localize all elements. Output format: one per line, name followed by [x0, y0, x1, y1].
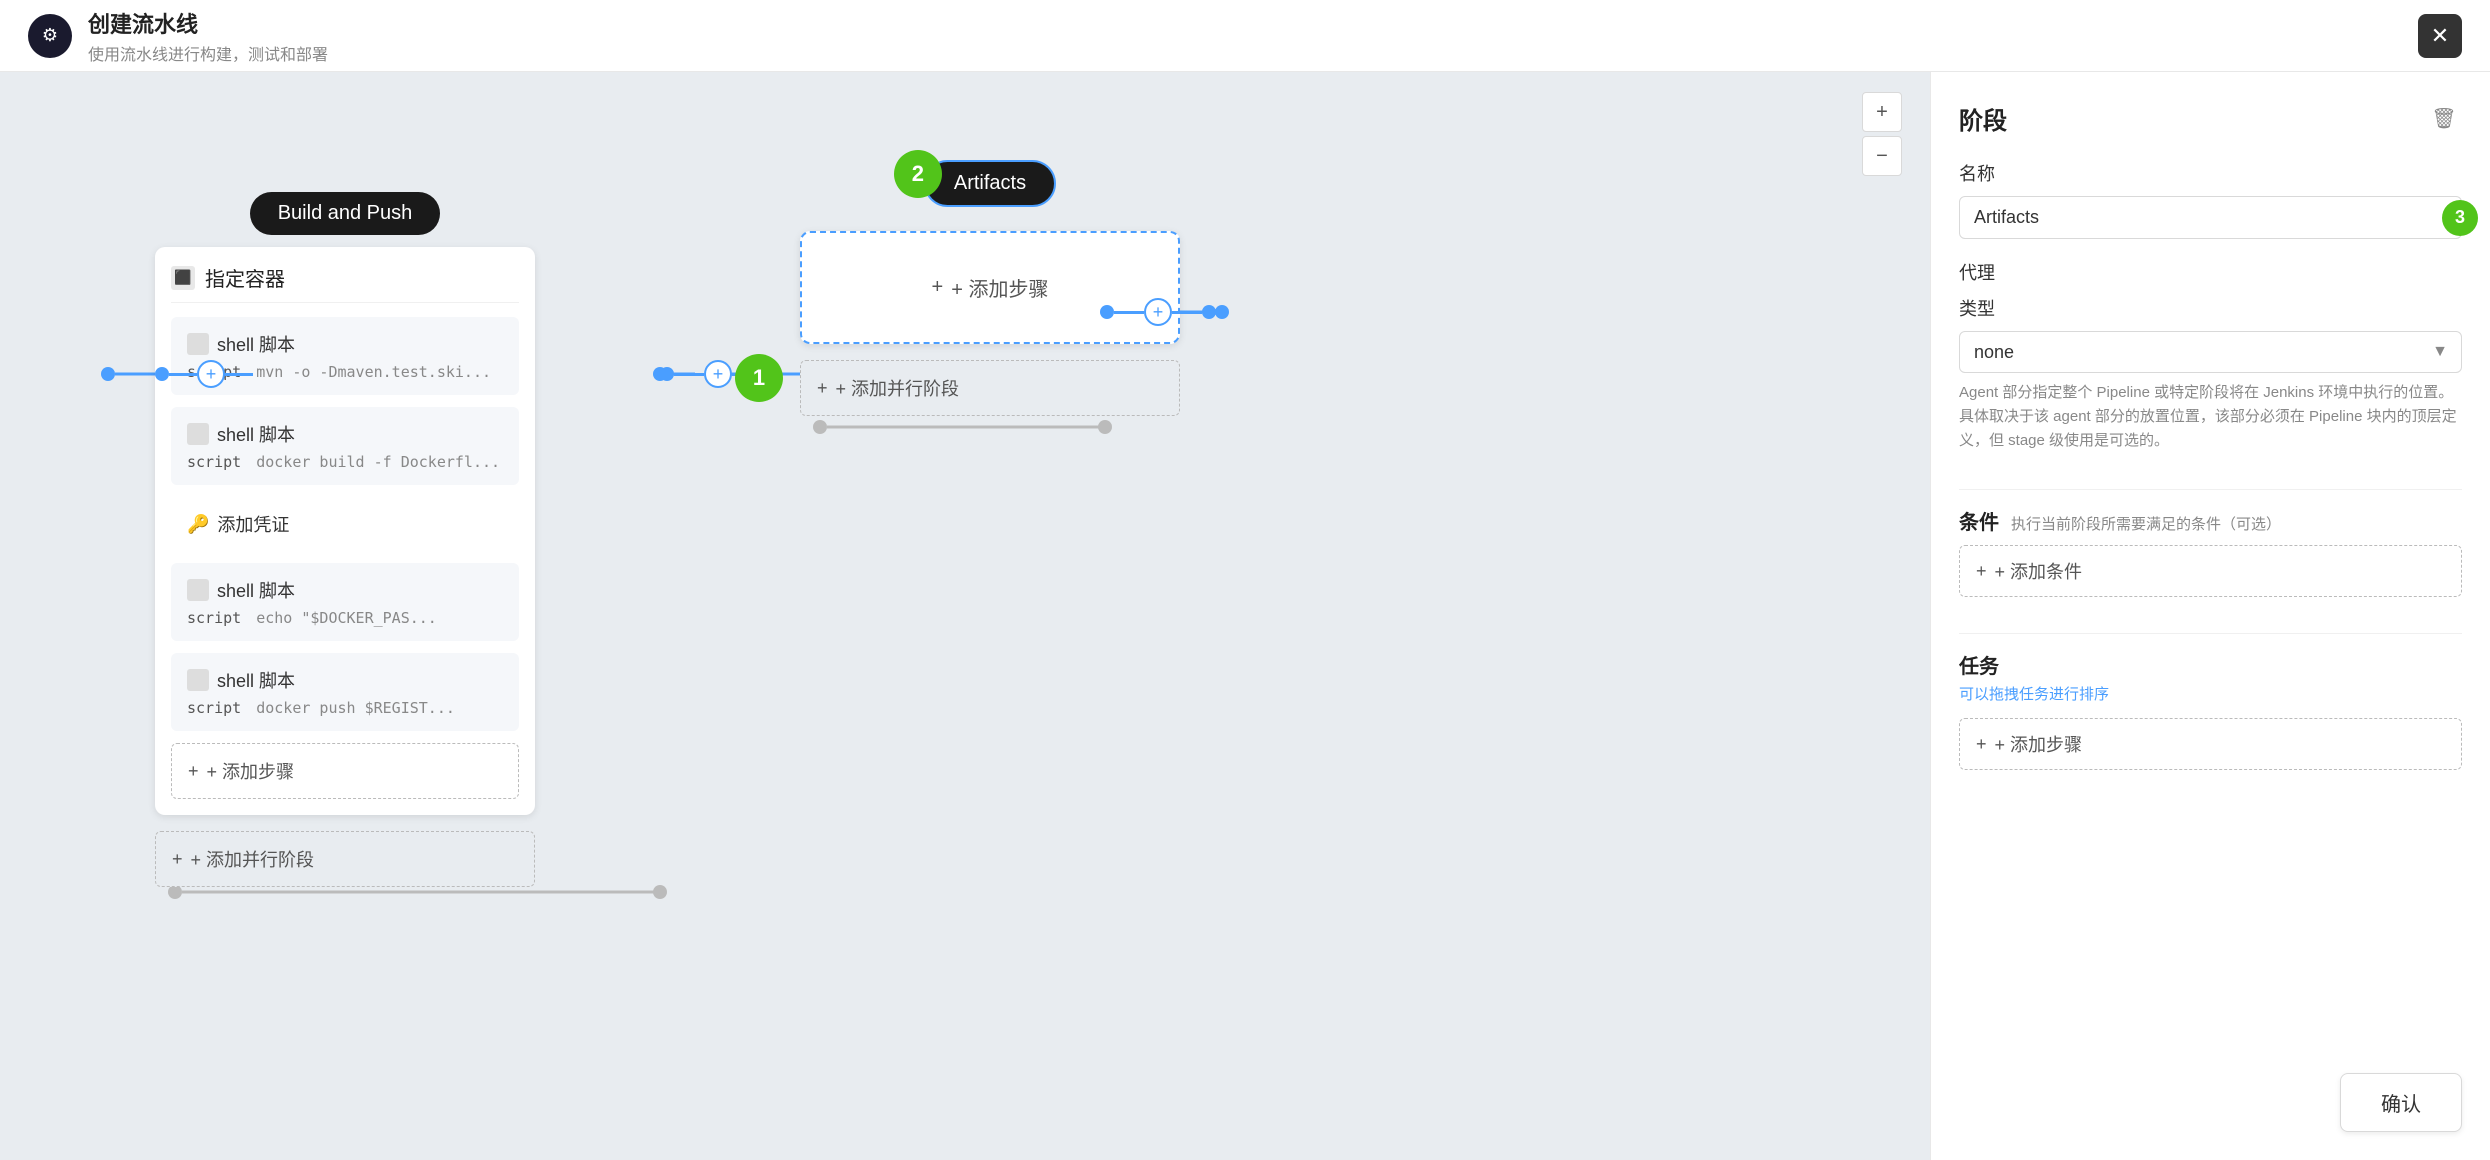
step-item[interactable]: shell 脚本 script echo "$DOCKER_PAS...	[171, 563, 519, 641]
stage1-box: ⬛ 指定容器 shell 脚本 script mvn -o -Dmaven.te…	[155, 247, 535, 815]
header-left: ⚙ 创建流水线 使用流水线进行构建，测试和部署	[28, 7, 328, 65]
stage2-add-parallel-button[interactable]: + + 添加并行阶段	[800, 360, 1180, 416]
divider1	[1959, 489, 2462, 490]
page-title: 创建流水线	[88, 7, 328, 39]
stage2-label: Artifacts	[924, 160, 1056, 207]
agent-description: Agent 部分指定整个 Pipeline 或特定阶段将在 Jenkins 环境…	[1959, 381, 2462, 453]
stage1-number: 1	[735, 354, 783, 402]
stage1-header-icon: ⬛	[171, 266, 195, 290]
step-item[interactable]: shell 脚本 script docker build -f Dockerfl…	[171, 407, 519, 485]
step-header: shell 脚本	[187, 667, 503, 693]
plus-icon: +	[1976, 561, 1987, 582]
stage1-label: Build and Push	[250, 192, 441, 235]
step-icon	[187, 333, 209, 355]
plus-icon: +	[172, 849, 183, 870]
conditions-section: 条件 执行当前阶段所需要满足的条件（可选） + + 添加条件	[1959, 506, 2462, 597]
zoom-in-button[interactable]: +	[1862, 92, 1902, 132]
logo-icon: ⚙	[28, 14, 72, 58]
step-name: shell 脚本	[217, 421, 295, 447]
add-credential-button[interactable]: 🔑 添加凭证	[171, 497, 519, 551]
step-name: shell 脚本	[217, 331, 295, 357]
type-label: 类型	[1959, 295, 2462, 321]
stage2-box[interactable]: + + 添加步骤	[800, 231, 1180, 344]
stage1-header: ⬛ 指定容器	[171, 263, 519, 303]
step-script: script docker build -f Dockerfl...	[187, 453, 503, 471]
add-condition-button[interactable]: + + 添加条件	[1959, 545, 2462, 597]
step-script: script docker push $REGIST...	[187, 699, 503, 717]
sidebar-add-step-button[interactable]: + + 添加步骤	[1959, 718, 2462, 770]
header: ⚙ 创建流水线 使用流水线进行构建，测试和部署 ✕	[0, 0, 2490, 72]
tasks-sublabel: 可以拖拽任务进行排序	[1959, 683, 2462, 704]
step-header: shell 脚本	[187, 421, 503, 447]
step-script: script echo "$DOCKER_PAS...	[187, 609, 503, 627]
zoom-out-button[interactable]: −	[1862, 136, 1902, 176]
tasks-section: 任务 可以拖拽任务进行排序 + + 添加步骤	[1959, 650, 2462, 770]
key-icon: 🔑	[187, 514, 209, 535]
sidebar-agent-section: 代理 类型 none any label docker dockerfile ▼…	[1959, 259, 2462, 453]
agent-label: 代理	[1959, 259, 2462, 285]
step-icon	[187, 579, 209, 601]
name-input-wrap: 3	[1959, 196, 2462, 239]
conditions-sublabel: 执行当前阶段所需要满足的条件（可选）	[2011, 513, 2281, 534]
plus-icon: +	[817, 378, 828, 399]
stage2-right-connector: +	[1100, 298, 1216, 326]
step-icon	[187, 423, 209, 445]
add-stage-left-button[interactable]: +	[197, 360, 225, 388]
plus-icon: +	[932, 276, 944, 299]
stage2-node: 2 Artifacts + + 添加步骤 + + 添加并行阶段	[800, 160, 1180, 416]
step-icon	[187, 669, 209, 691]
plus-icon: +	[1976, 734, 1987, 755]
left-connector: +	[155, 360, 253, 388]
plus-icon: +	[188, 761, 199, 782]
add-stage-right-button[interactable]: +	[1144, 298, 1172, 326]
sidebar-header: 阶段 🗑	[1959, 100, 2462, 136]
stage1-node: Build and Push ⬛ 指定容器 shell 脚本 script	[155, 192, 535, 887]
stage1-add-step-button[interactable]: + + 添加步骤	[171, 743, 519, 799]
sidebar-delete-button[interactable]: 🗑	[2426, 100, 2462, 136]
step-item[interactable]: shell 脚本 script docker push $REGIST...	[171, 653, 519, 731]
stage1-header-text: 指定容器	[205, 263, 285, 292]
stage1-add-parallel-button[interactable]: + + 添加并行阶段	[155, 831, 535, 887]
close-button[interactable]: ✕	[2418, 14, 2462, 58]
step-header: shell 脚本	[187, 577, 503, 603]
add-stage-middle-button[interactable]: +	[704, 360, 732, 388]
page-subtitle: 使用流水线进行构建，测试和部署	[88, 41, 328, 65]
sidebar-name-section: 名称 3	[1959, 160, 2462, 239]
confirm-wrap: 确认	[2340, 1073, 2462, 1132]
step-name: shell 脚本	[217, 667, 295, 693]
name-badge: 3	[2442, 200, 2478, 236]
step-name: shell 脚本	[217, 577, 295, 603]
stage2-number: 2	[894, 150, 942, 198]
divider2	[1959, 633, 2462, 634]
delete-icon: 🗑	[2431, 108, 2456, 130]
type-select[interactable]: none any label docker dockerfile	[1959, 331, 2462, 373]
sidebar-title: 阶段	[1959, 101, 2007, 136]
right-sidebar: 阶段 🗑 名称 3 代理 类型 none any label docker	[1930, 72, 2490, 1160]
step-header: shell 脚本	[187, 331, 503, 357]
zoom-controls: + −	[1862, 92, 1902, 176]
conditions-label: 条件	[1959, 506, 1999, 535]
canvas-area: + −	[0, 72, 1930, 1160]
name-label: 名称	[1959, 160, 2462, 186]
main-container: + −	[0, 72, 2490, 1160]
type-select-wrap: none any label docker dockerfile ▼	[1959, 331, 2462, 373]
confirm-button[interactable]: 确认	[2340, 1073, 2462, 1132]
header-title-group: 创建流水线 使用流水线进行构建，测试和部署	[88, 7, 328, 65]
name-input[interactable]	[1959, 196, 2462, 239]
tasks-label: 任务	[1959, 650, 2462, 679]
